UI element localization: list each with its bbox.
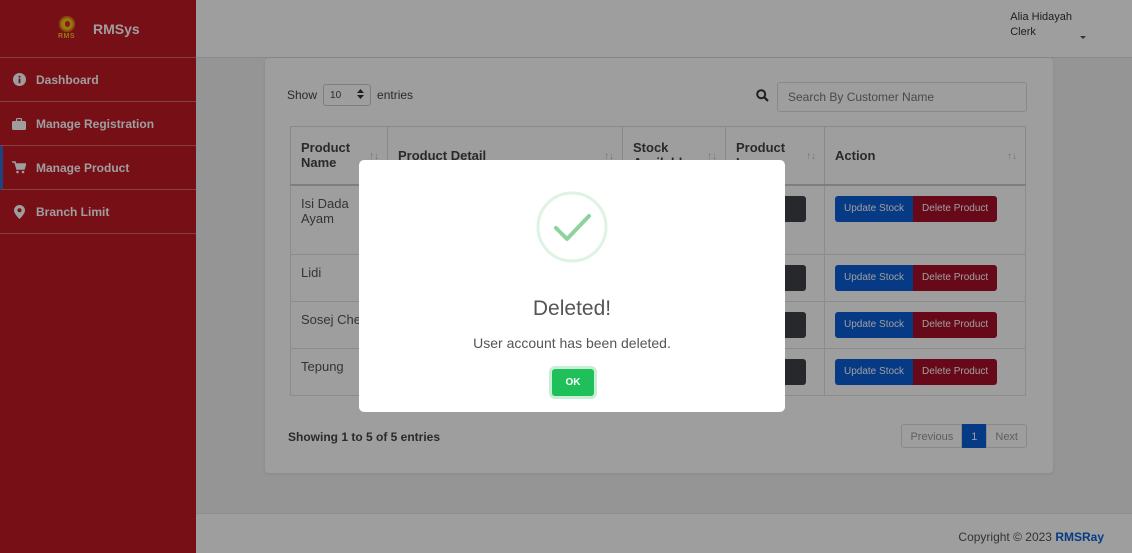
dialog-message: User account has been deleted. — [473, 335, 671, 351]
ok-button[interactable]: OK — [552, 369, 594, 396]
dialog-title: Deleted! — [532, 297, 612, 320]
success-dialog: Deleted! User account has been deleted. … — [359, 160, 785, 412]
success-check-icon — [536, 191, 608, 263]
